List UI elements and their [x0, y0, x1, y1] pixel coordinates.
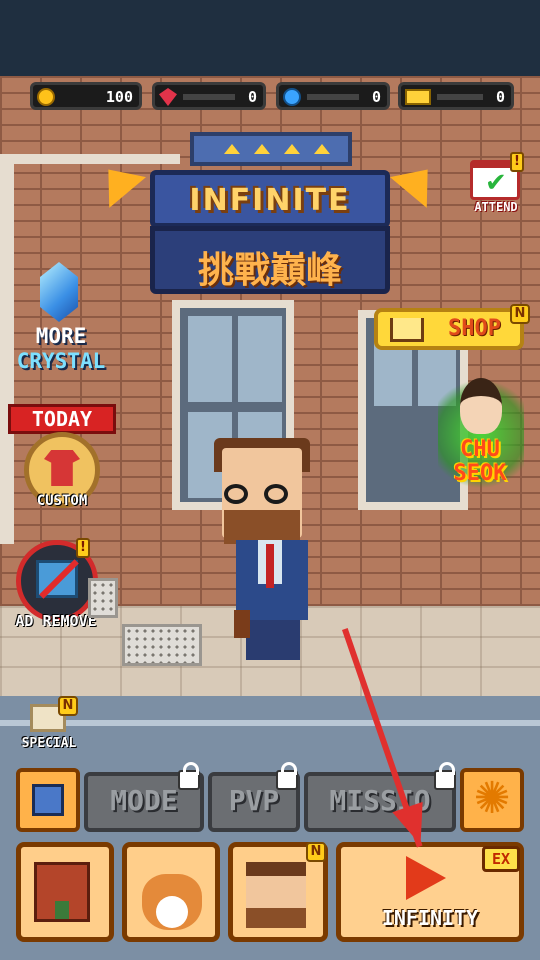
gold-coin-icon — [37, 88, 55, 106]
corgi-icon — [142, 874, 202, 930]
glasses-icon — [224, 484, 296, 504]
stone-block — [122, 624, 202, 666]
more-crystal-line2: CRYSTAL — [16, 349, 106, 373]
alert-badge: ! — [76, 538, 90, 558]
character-beard — [224, 510, 300, 544]
chu-seok-character-icon — [460, 378, 502, 434]
lock-icon — [276, 762, 298, 790]
crystal-value: 0 — [371, 88, 381, 106]
special-label: SPECIAL — [21, 736, 77, 751]
ruby-value: 0 — [247, 88, 257, 106]
today-banner: TODAY — [8, 404, 116, 434]
character-legs — [246, 620, 300, 660]
character-tie — [266, 544, 274, 588]
new-badge: N — [58, 696, 78, 716]
building-ledge-left — [0, 164, 14, 544]
blue-crystal-icon — [283, 88, 301, 106]
stone-block — [88, 578, 118, 618]
gold-counter: 100 — [30, 82, 142, 110]
subtitle-text: 挑戰巔峰 — [197, 250, 342, 291]
chu-seok-line1: CHU — [460, 437, 500, 462]
document-icon — [32, 784, 64, 816]
triangle-icon — [314, 144, 330, 154]
settings-gear-button[interactable]: ✺ — [460, 768, 524, 832]
ticket-counter: 0 — [398, 82, 514, 110]
shop-button[interactable]: SHOP — [374, 308, 524, 350]
crystal-track — [307, 94, 359, 100]
ex-badge: EX — [482, 846, 520, 872]
triangle-icon — [224, 144, 240, 154]
notes-button[interactable] — [16, 768, 80, 832]
road-line — [0, 720, 540, 726]
crystal-counter: 0 — [276, 82, 390, 110]
custom-label: CUSTOM — [36, 493, 88, 509]
window-ledge — [0, 154, 180, 164]
more-crystal-button[interactable]: MORE CRYSTAL — [16, 324, 106, 374]
ticket-track — [437, 94, 483, 100]
building-icon — [34, 862, 90, 922]
more-crystal-line1: MORE — [35, 324, 87, 348]
ruby-counter: 0 — [152, 82, 266, 110]
gold-value: 100 — [105, 88, 133, 106]
ruby-track — [183, 94, 235, 100]
alert-badge: ! — [510, 152, 524, 172]
check-icon: ✔ — [485, 168, 507, 198]
title-banner-main: INFINITE — [150, 170, 390, 228]
character-portrait-icon — [246, 862, 306, 928]
ticket-icon — [405, 89, 431, 105]
lock-icon — [434, 762, 456, 790]
title-banner-top — [190, 132, 352, 166]
shop-label: SHOP — [448, 316, 501, 341]
lock-icon — [178, 762, 200, 790]
title-text: INFINITE — [189, 183, 351, 218]
attend-label: ATTEND — [474, 200, 518, 214]
new-badge: N — [510, 304, 530, 324]
new-badge: N — [306, 842, 326, 862]
cart-icon — [390, 318, 424, 342]
title-banner-sub: 挑戰巔峰 — [150, 226, 390, 294]
triangle-icon — [284, 144, 300, 154]
gear-icon: ✺ — [473, 773, 511, 824]
chu-seok-label: CHU SEOK — [436, 438, 524, 486]
triangle-icon — [254, 144, 270, 154]
briefcase-icon — [234, 610, 250, 638]
ruby-gem-icon — [159, 88, 177, 106]
play-icon — [406, 856, 446, 900]
ticket-value: 0 — [495, 88, 505, 106]
infinity-label: INFINITY — [381, 906, 479, 930]
chu-seok-line2: SEOK — [453, 461, 507, 486]
top-dark-bar — [0, 0, 540, 76]
